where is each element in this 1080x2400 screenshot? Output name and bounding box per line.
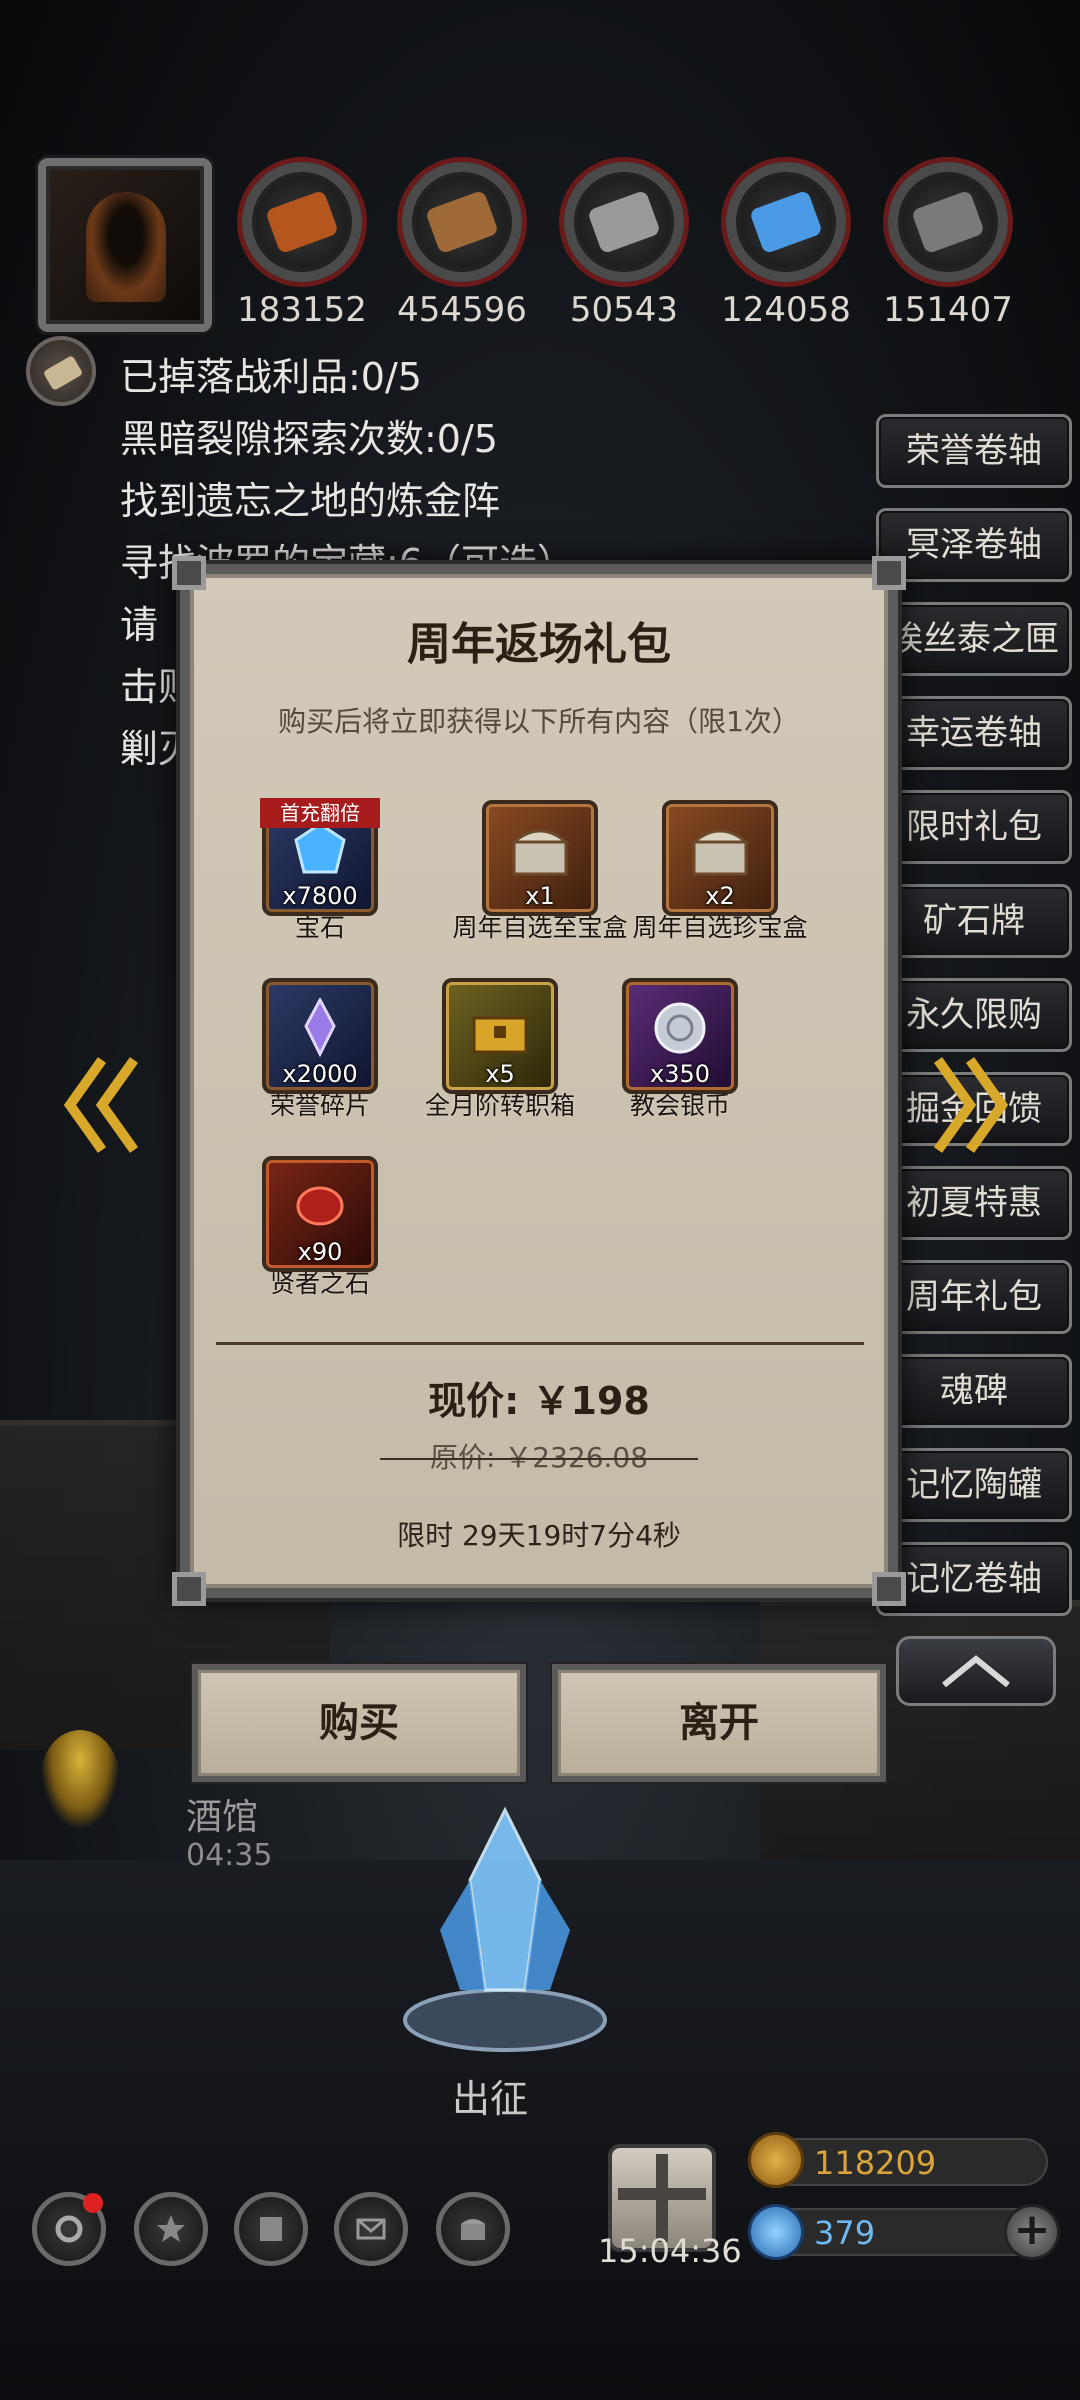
gem-icon xyxy=(748,2204,804,2260)
quest-item[interactable]: 黑暗裂隙探索次数:0/5 xyxy=(120,408,575,470)
reward-item-treasure-box[interactable]: x2 周年自选珍宝盒 xyxy=(630,800,810,944)
divider xyxy=(216,1342,864,1345)
side-btn-lucky-scroll[interactable]: 幸运卷轴 xyxy=(876,696,1072,770)
expedition-label[interactable]: 出征 xyxy=(0,2068,980,2123)
side-btn-soul-stele[interactable]: 魂碑 xyxy=(876,1354,1072,1428)
current-price: 现价: ￥198 xyxy=(428,1379,650,1423)
settings-button[interactable] xyxy=(32,2192,106,2266)
honor-shard-icon xyxy=(304,998,336,1058)
chevron-up-icon xyxy=(942,1655,1010,1688)
side-btn-aistai-box[interactable]: 埃丝泰之匣 xyxy=(876,602,1072,676)
wood-icon xyxy=(425,189,499,255)
anniversary-pack-dialog: 周年返场礼包 购买后将立即获得以下所有内容（限1次） 首充翻倍 x7800 宝石… xyxy=(172,556,906,1606)
side-btn-anniversary-pack[interactable]: 周年礼包 xyxy=(876,1260,1072,1334)
dialog-subtitle: 购买后将立即获得以下所有内容（限1次） xyxy=(278,705,800,738)
chest-icon xyxy=(461,2219,485,2240)
chest-button[interactable] xyxy=(436,2192,510,2266)
gem-icon xyxy=(294,822,346,874)
book-button[interactable] xyxy=(234,2192,308,2266)
gold-amount: 118209 xyxy=(814,2144,937,2182)
gem-amount: 379 xyxy=(814,2214,876,2252)
reward-item-philosopher-stone[interactable]: x90 贤者之石 xyxy=(230,1156,410,1300)
quest-item[interactable]: 已掉落战利品:0/5 xyxy=(120,346,575,408)
meat-icon xyxy=(265,189,339,255)
reward-item-church-silver[interactable]: x350 教会银币 xyxy=(590,978,770,1122)
next-page-arrow-icon[interactable] xyxy=(930,1050,1010,1160)
crystal-icon xyxy=(749,189,823,255)
resource-iron[interactable]: 50543 xyxy=(544,162,704,330)
notification-dot xyxy=(83,2193,103,2213)
stone-icon xyxy=(911,189,985,255)
resource-wood[interactable]: 454596 xyxy=(382,162,542,330)
side-btn-permanent-limit[interactable]: 永久限购 xyxy=(876,978,1072,1052)
philosopher-stone-icon xyxy=(296,1186,344,1226)
buy-button[interactable]: 购买 xyxy=(192,1664,526,1782)
tavern-lamp-icon[interactable] xyxy=(40,1730,120,1830)
reward-item-class-change-box[interactable]: x5 全月阶转职箱 xyxy=(410,978,590,1122)
golden-chest-icon xyxy=(472,1016,528,1054)
reward-item-honor-shard[interactable]: x2000 荣誉碎片 xyxy=(230,978,410,1122)
gift-timer: 15:04:36 xyxy=(598,2232,742,2270)
mail-button[interactable] xyxy=(334,2192,408,2266)
resource-crystal[interactable]: 124058 xyxy=(706,162,866,330)
side-btn-ore-card[interactable]: 矿石牌 xyxy=(876,884,1072,958)
leave-button[interactable]: 离开 xyxy=(552,1664,886,1782)
hooded-figure-icon xyxy=(86,192,166,302)
gear-icon xyxy=(55,2215,83,2243)
treasure-chest-icon xyxy=(689,829,751,876)
first-charge-double-tag: 首充翻倍 xyxy=(260,798,380,828)
gold-coin-icon xyxy=(748,2132,804,2188)
previous-page-arrow-icon[interactable] xyxy=(62,1050,142,1160)
tavern-label[interactable]: 酒馆 xyxy=(186,1788,258,1840)
reward-item-supreme-box[interactable]: x1 周年自选至宝盒 xyxy=(450,800,630,944)
expedition-crystal-icon[interactable] xyxy=(380,1800,630,2060)
star-icon xyxy=(157,2215,185,2242)
silver-coin-icon xyxy=(654,1002,706,1054)
side-btn-limited-pack[interactable]: 限时礼包 xyxy=(876,790,1072,864)
add-currency-button[interactable]: + xyxy=(1004,2204,1060,2260)
mail-icon xyxy=(356,2218,386,2240)
time-limit: 限时 29天19时7分4秒 xyxy=(397,1519,681,1552)
resource-meat[interactable]: 183152 xyxy=(222,162,382,330)
achievement-button[interactable] xyxy=(134,2192,208,2266)
original-price: 原价: ￥2326.08 xyxy=(190,1436,888,1476)
resource-stone[interactable]: 151407 xyxy=(868,162,1028,330)
iron-icon xyxy=(587,189,661,255)
treasure-chest-icon xyxy=(509,829,571,876)
side-btn-honor-scroll[interactable]: 荣誉卷轴 xyxy=(876,414,1072,488)
hero-portrait[interactable] xyxy=(38,158,212,332)
book-icon xyxy=(260,2217,282,2241)
quest-scroll-icon[interactable] xyxy=(26,336,96,406)
collapse-menu-button[interactable] xyxy=(896,1636,1056,1706)
reward-item-gem[interactable]: 首充翻倍 x7800 宝石 xyxy=(230,798,410,944)
side-btn-summer-sale[interactable]: 初夏特惠 xyxy=(876,1166,1072,1240)
dialog-title: 周年返场礼包 xyxy=(407,619,671,670)
quest-item[interactable]: 找到遗忘之地的炼金阵 xyxy=(120,470,575,532)
tavern-timer: 04:35 xyxy=(186,1838,273,1873)
side-btn-memory-jar[interactable]: 记忆陶罐 xyxy=(876,1448,1072,1522)
